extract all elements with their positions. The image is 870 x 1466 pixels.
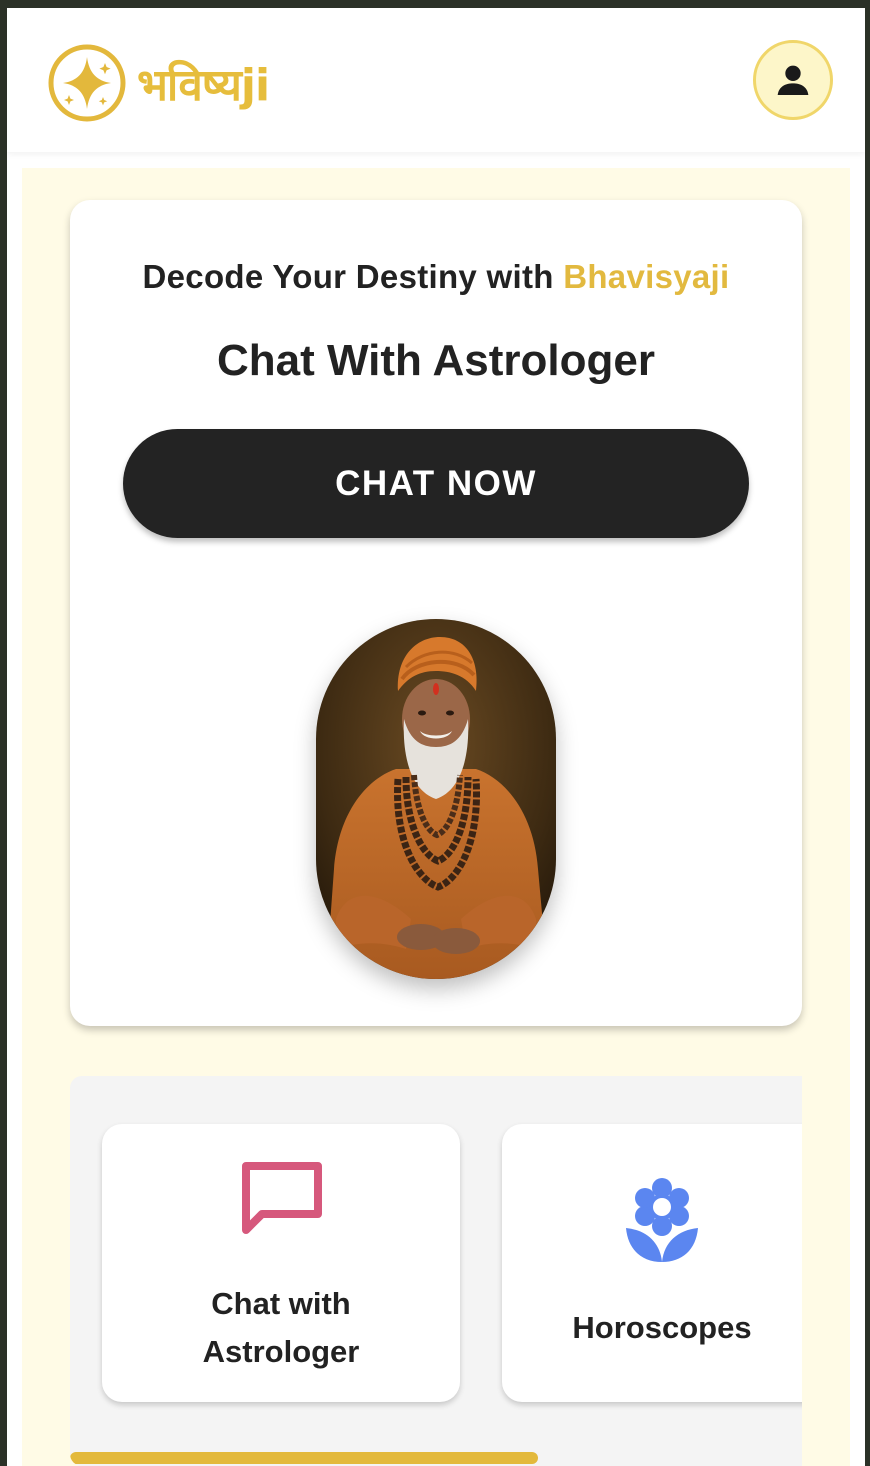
astrologer-portrait	[316, 619, 556, 979]
app-viewport: भविष्यji Decode Your Destiny with Bhavis…	[7, 8, 865, 1466]
top-header: भविष्यji	[7, 8, 865, 152]
sparkle-star-icon	[48, 44, 126, 122]
services-carousel[interactable]: Chat with Astrologer Horoscopes	[70, 1076, 802, 1466]
tagline-brand: Bhavisyaji	[563, 258, 730, 295]
hero-tagline: Decode Your Destiny with Bhavisyaji	[70, 258, 802, 296]
profile-button[interactable]	[753, 40, 833, 120]
service-card-chat-with-astrologer[interactable]: Chat with Astrologer	[102, 1124, 460, 1402]
chat-now-button[interactable]: CHAT NOW	[123, 429, 749, 538]
hero-title: Chat With Astrologer	[217, 336, 655, 385]
service-card-horoscopes[interactable]: Horoscopes	[502, 1124, 802, 1402]
carousel-scrollbar[interactable]	[70, 1452, 538, 1464]
home-main: Decode Your Destiny with Bhavisyaji Chat…	[22, 168, 850, 1466]
hero-card: Decode Your Destiny with Bhavisyaji Chat…	[70, 200, 802, 1026]
tagline-prefix: Decode Your Destiny with	[142, 258, 564, 295]
service-label-horoscopes: Horoscopes	[572, 1310, 752, 1345]
service-label-chat-with-astrologer: Chat with Astrologer	[102, 1280, 460, 1376]
service-label-line-2: Astrologer	[202, 1334, 360, 1369]
brand-name: भविष्यji	[137, 60, 270, 111]
chat-bubble-icon	[242, 1162, 322, 1234]
service-label-line-1: Chat with	[211, 1286, 351, 1321]
flower-icon	[626, 1178, 698, 1262]
user-icon	[777, 65, 809, 95]
brand-logo[interactable]: भविष्यji	[47, 43, 270, 123]
